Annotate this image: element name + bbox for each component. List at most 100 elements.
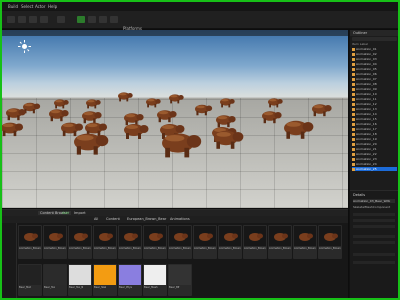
selected-actor-name[interactable]: Animation_03_Bear_Wdk [353,199,395,203]
actor-icon [352,57,355,61]
outliner-row[interactable]: Animation_09 [352,87,397,91]
asset-thumbnail[interactable]: Bear_Tex [43,264,67,296]
outliner-row[interactable]: Animation_25 [352,167,397,171]
breadcrumb-item[interactable]: Content [106,217,120,221]
outliner-row[interactable]: Animation_23 [352,157,397,161]
outliner-row[interactable]: Animation_08 [352,82,397,86]
bear-preview-icon [244,226,266,246]
asset-label: Animation_Brown_Bear_Roar [194,247,216,250]
outliner-row[interactable]: Animation_04 [352,62,397,66]
property-row[interactable] [353,219,395,222]
actor-icon [352,142,355,146]
asset-label: Animation_Brown_Bear_Idle [19,247,41,250]
outliner-row[interactable]: Animation_13 [352,107,397,111]
asset-thumbnail[interactable]: Animation_Brown_Bear_Swim [218,225,242,259]
property-row[interactable] [353,261,395,264]
asset-thumbnail[interactable]: Animation_Brown_Bear_Jump [268,225,292,259]
pause-icon[interactable] [88,16,96,23]
property-row[interactable] [353,241,395,244]
save-icon[interactable] [7,16,15,23]
asset-thumbnail[interactable]: Bear_Mat [18,264,42,296]
outliner-row[interactable]: Animation_20 [352,142,397,146]
outliner-row-label: Animation_01 [356,47,377,51]
level-viewport[interactable] [2,30,348,208]
asset-label: Bear_Phys [119,286,132,289]
outliner-row-label: Animation_06 [356,72,377,76]
asset-thumbnail[interactable]: Animation_Brown_Bear_Run [68,225,92,259]
menu-select[interactable]: Select [21,4,33,9]
play-icon[interactable] [77,16,85,23]
property-row[interactable] [353,225,395,228]
bear-preview-icon [294,226,316,246]
property-row[interactable] [353,253,395,256]
property-row[interactable] [353,213,395,216]
actor-icon [352,152,355,156]
outliner-row[interactable]: Animation_15 [352,117,397,121]
asset-thumbnail[interactable]: Bear_Mesh [143,264,167,296]
asset-thumbnail[interactable]: Bear_Tex_N [68,264,92,296]
outliner-row[interactable]: Animation_24 [352,162,397,166]
outliner-row[interactable]: Animation_16 [352,122,397,126]
outliner-row[interactable]: Animation_06 [352,72,397,76]
outliner-row[interactable]: Animation_02 [352,52,397,56]
outliner-row[interactable]: Animation_01 [352,47,397,51]
outliner-row[interactable]: Animation_21 [352,147,397,151]
menu-build[interactable]: Build [8,4,18,9]
outliner-row[interactable]: Animation_22 [352,152,397,156]
asset-label: Bear_Tex [44,286,56,289]
asset-thumbnail[interactable]: Bear_Phys [118,264,142,296]
asset-thumbnail[interactable]: Animation_Brown_Bear_Sleep [118,225,142,259]
asset-thumbnail[interactable]: Animation_Brown_Bear_Eat [143,225,167,259]
outliner-row[interactable]: Animation_11 [352,97,397,101]
outliner-row[interactable]: Animation_05 [352,67,397,71]
outliner-row[interactable]: Animation_14 [352,112,397,116]
component-name[interactable]: SkeletalMeshComponent [353,205,395,209]
outliner-row[interactable]: Animation_10 [352,92,397,96]
more-options-icon[interactable] [110,16,118,23]
asset-thumbnail[interactable]: Bear_BP [168,264,192,296]
outliner-row[interactable]: Animation_07 [352,77,397,81]
bear-preview-icon [319,226,341,246]
outliner-row[interactable]: Animation_18 [352,132,397,136]
actor-icon [352,97,355,101]
breadcrumb-item[interactable]: Animations [170,217,190,221]
outliner-title: Outliner [353,31,368,35]
content-icon[interactable] [29,16,37,23]
actor-icon [352,92,355,96]
folder-tree[interactable] [2,223,17,299]
import-button[interactable]: Import [74,211,86,215]
asset-thumbnail[interactable]: Animation_Brown_Bear_Turn [293,225,317,259]
asset-thumbnail[interactable]: Animation_Brown_Bear_Sit [93,225,117,259]
breadcrumb-item[interactable]: European_Brown_Bear [127,217,166,221]
actor-icon [352,132,355,136]
outliner-row[interactable]: Animation_19 [352,137,397,141]
outliner-search-input[interactable] [352,37,397,41]
asset-thumbnail[interactable]: Animation_Brown_Bear_Walk [43,225,67,259]
bear-preview-icon [269,226,291,246]
add-button[interactable]: Add [62,211,69,215]
blueprint-icon[interactable] [40,16,48,23]
asset-preview-icon [144,265,166,285]
outliner-row-label: Animation_23 [356,157,377,161]
asset-thumbnail[interactable]: Animation_Brown_Bear_Roar [193,225,217,259]
asset-preview-icon [69,265,91,285]
breadcrumb-item[interactable]: All [94,217,98,221]
menu-actor[interactable]: Actor [35,4,46,9]
select-mode-icon[interactable] [18,16,26,23]
menu-help[interactable]: Help [48,4,57,9]
asset-thumbnail[interactable]: Animation_Brown_Bear_Die [243,225,267,259]
outliner-row[interactable]: Animation_17 [352,127,397,131]
actor-icon [352,117,355,121]
property-row[interactable] [353,235,395,238]
stop-icon[interactable] [99,16,107,23]
outliner-row-label: Animation_19 [356,137,377,141]
asset-thumbnail[interactable]: Animation_Brown_Bear_Hit [318,225,342,259]
outliner-row[interactable]: Animation_03 [352,57,397,61]
actor-icon [352,82,355,86]
cinematics-icon[interactable] [57,16,65,23]
asset-thumbnail[interactable]: Bear_Skel [93,264,117,296]
asset-thumbnail[interactable]: Animation_Brown_Bear_Idle [18,225,42,259]
asset-thumbnail[interactable]: Animation_Brown_Bear_Attack [168,225,192,259]
outliner-row[interactable]: Animation_12 [352,102,397,106]
asset-label: Animation_Brown_Bear_Swim [219,247,241,250]
